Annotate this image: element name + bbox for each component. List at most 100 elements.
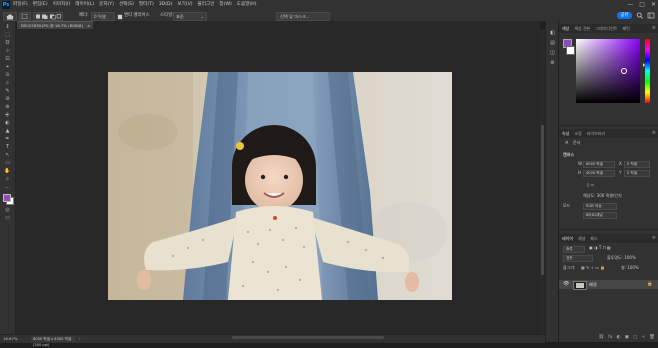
- tab-swatches[interactable]: 색상 견본: [574, 24, 590, 33]
- background-color-swatch[interactable]: [566, 46, 575, 55]
- menu-view[interactable]: 보기(V): [177, 0, 192, 10]
- panel-menu-icon[interactable]: ≡: [652, 234, 656, 243]
- tab-adjustments[interactable]: 조정: [574, 129, 581, 138]
- menu-select[interactable]: 선택(S): [119, 0, 134, 10]
- menu-file[interactable]: 파일(F): [13, 0, 28, 10]
- zoom-tool-icon[interactable]: ⌕: [3, 176, 12, 182]
- panel-menu-icon[interactable]: ≡: [652, 24, 656, 33]
- tab-channels[interactable]: 채널: [578, 234, 585, 243]
- antialias-checkbox[interactable]: [117, 13, 123, 20]
- new-layer-icon[interactable]: +: [641, 334, 645, 342]
- menu-edit[interactable]: 편집(E): [33, 0, 48, 10]
- history-panel-icon[interactable]: ◧: [549, 31, 556, 36]
- tab-color[interactable]: 색상: [562, 24, 569, 33]
- hand-tool-icon[interactable]: ✋: [3, 168, 12, 174]
- quick-mask-icon[interactable]: ◎: [3, 207, 12, 213]
- marquee-tool-icon[interactable]: ⬚: [3, 32, 12, 38]
- minimize-icon[interactable]: —: [627, 0, 633, 10]
- document-image[interactable]: [108, 72, 452, 300]
- lasso-tool-icon[interactable]: ʘ: [3, 40, 12, 46]
- gradient-tool-icon[interactable]: ◐: [3, 120, 12, 126]
- history-brush-tool-icon[interactable]: ⊚: [3, 104, 12, 110]
- eraser-tool-icon[interactable]: ⎆: [3, 112, 12, 118]
- document-tab[interactable]: DSC07839.JPG @ 16.7% (RGB/8) ×: [17, 21, 94, 29]
- layer-filter-select[interactable]: 종류: [563, 246, 585, 253]
- tab-paths[interactable]: 패스: [590, 234, 597, 243]
- foreground-color-swatch[interactable]: [3, 194, 11, 202]
- tab-layers[interactable]: 레이어: [562, 234, 573, 243]
- horizontal-scroll-thumb[interactable]: [232, 336, 384, 339]
- hue-slider-handle[interactable]: [643, 63, 646, 67]
- search-icon[interactable]: [636, 12, 644, 19]
- adjustment-layer-icon[interactable]: ◐: [617, 334, 621, 342]
- crop-tool-icon[interactable]: ⊡: [3, 56, 12, 62]
- tool-preset-picker[interactable]: [19, 11, 31, 21]
- selection-mode-buttons[interactable]: [33, 11, 63, 21]
- height-input[interactable]: 4000 픽셀: [583, 170, 615, 177]
- type-tool-icon[interactable]: T: [3, 144, 12, 150]
- style-select[interactable]: 표준 ⌄: [173, 11, 207, 21]
- opacity-label[interactable]: 불투명도: 100%: [607, 255, 636, 261]
- frame-tool-icon[interactable]: ⌖: [3, 64, 12, 70]
- pen-tool-icon[interactable]: ✒: [3, 136, 12, 142]
- object-select-tool-icon[interactable]: ⊹: [3, 48, 12, 54]
- workspace-switcher-icon[interactable]: [647, 12, 655, 19]
- blur-tool-icon[interactable]: ▲: [3, 128, 12, 134]
- menu-layer[interactable]: 레이어(L): [75, 0, 94, 10]
- screen-mode-icon[interactable]: ▭: [3, 215, 12, 221]
- menu-type[interactable]: 문자(Y): [99, 0, 114, 10]
- tab-gradients[interactable]: 그레이디언트: [595, 24, 617, 33]
- tab-close-icon[interactable]: ×: [87, 23, 90, 28]
- layers-panel-tabs: 레이어 채널 패스 ≡: [559, 234, 658, 243]
- tab-properties[interactable]: 속성: [562, 129, 569, 138]
- layer-lock-icon: 🔒: [647, 282, 653, 287]
- menu-image[interactable]: 이미지(I): [53, 0, 71, 10]
- panel-menu-icon[interactable]: ≡: [652, 129, 656, 138]
- x-input[interactable]: 0 픽셀: [624, 161, 650, 168]
- feather-input[interactable]: 0 픽셀: [91, 11, 115, 21]
- mode-select[interactable]: RGB 색상: [583, 203, 617, 210]
- color-saturation-field[interactable]: [576, 39, 640, 103]
- rectangle-tool-icon[interactable]: ▭: [3, 160, 12, 166]
- fill-label[interactable]: 칠: 100%: [621, 265, 639, 271]
- eyedropper-tool-icon[interactable]: ⊙: [3, 72, 12, 78]
- healing-brush-tool-icon[interactable]: ⌕: [3, 80, 12, 86]
- visibility-eye-icon[interactable]: 👁: [563, 281, 569, 288]
- blend-mode-select[interactable]: 표준: [563, 255, 593, 262]
- layer-mask-icon[interactable]: ▣: [625, 334, 629, 342]
- path-select-tool-icon[interactable]: ↖: [3, 152, 12, 158]
- new-group-icon[interactable]: ▢: [633, 334, 637, 342]
- more-tools-icon[interactable]: …: [3, 184, 12, 190]
- color-picker-handle[interactable]: [621, 68, 627, 74]
- width-input[interactable]: 6000 픽셀: [583, 161, 615, 168]
- settings-panel-icon[interactable]: ⚙: [549, 61, 556, 66]
- close-icon[interactable]: ✕: [651, 0, 656, 10]
- home-button[interactable]: [3, 11, 17, 21]
- layer-name[interactable]: 배경: [589, 281, 597, 288]
- menu-help[interactable]: 도움말(H): [237, 0, 257, 10]
- tab-libraries[interactable]: 라이브러리: [587, 129, 605, 138]
- clone-stamp-tool-icon[interactable]: ⊘: [3, 96, 12, 102]
- maximize-icon[interactable]: □: [639, 0, 645, 10]
- bit-depth-select[interactable]: 8비트/채널: [583, 212, 617, 219]
- brush-tool-icon[interactable]: ✎: [3, 88, 12, 94]
- layer-style-icon[interactable]: fx: [608, 334, 612, 342]
- layer-filter-icons[interactable]: ▣ ◑ T ⊓ ▦: [589, 245, 611, 251]
- lock-icons[interactable]: ▦ ✎ ⊹ ▭ 🔒: [581, 265, 605, 271]
- share-button[interactable]: 공유: [617, 11, 632, 19]
- y-input[interactable]: 0 픽셀: [624, 170, 650, 177]
- menu-plugins[interactable]: 플러그인: [198, 0, 215, 10]
- select-and-mask-button[interactable]: 선택 및 마스크...: [276, 11, 330, 21]
- libraries-panel-icon[interactable]: ◫: [549, 51, 556, 56]
- tab-patterns[interactable]: 패턴: [622, 24, 629, 33]
- link-layers-icon[interactable]: ⛓: [598, 334, 604, 342]
- menu-3d[interactable]: 3D(D): [159, 0, 173, 10]
- orientation-icons[interactable]: ▯ ▭: [587, 182, 594, 188]
- menu-window[interactable]: 창(W): [219, 0, 231, 10]
- move-tool-icon[interactable]: ↕: [3, 24, 12, 30]
- menu-filter[interactable]: 필터(T): [139, 0, 154, 10]
- delete-layer-icon[interactable]: 🗑: [649, 334, 655, 342]
- vertical-scroll-thumb[interactable]: [541, 125, 544, 275]
- hue-slider[interactable]: [645, 39, 650, 103]
- actions-panel-icon[interactable]: ▤: [549, 41, 556, 46]
